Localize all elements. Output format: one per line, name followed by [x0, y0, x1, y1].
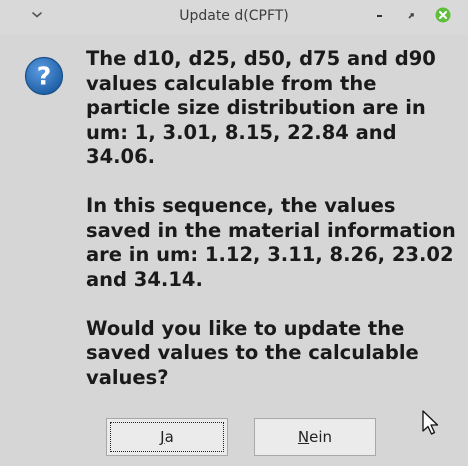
dialog-message: The d10, d25, d50, d75 and d90 values ca…: [86, 47, 462, 390]
window-title: Update d(CPFT): [179, 8, 289, 24]
yes-button-label: Ja: [160, 428, 174, 446]
yes-button[interactable]: Ja: [106, 418, 228, 456]
minimize-icon[interactable]: [370, 4, 392, 26]
svg-text:?: ?: [37, 62, 52, 91]
message-paragraph-3: Would you like to update the saved value…: [86, 316, 419, 389]
no-button-label: Nein: [298, 428, 332, 446]
question-icon: ?: [24, 56, 64, 96]
yes-label-rest: a: [164, 428, 174, 446]
no-mnemonic: N: [297, 428, 310, 446]
message-paragraph-2: In this sequence, the values saved in th…: [86, 194, 456, 291]
close-icon[interactable]: [432, 4, 454, 26]
no-button[interactable]: Nein: [254, 418, 376, 456]
dialog-window: Update d(CPFT) ? The d10, d25, d50, d75 …: [0, 0, 468, 466]
maximize-icon[interactable]: [400, 4, 422, 26]
message-paragraph-1: The d10, d25, d50, d75 and d90 values ca…: [86, 47, 436, 168]
mouse-pointer-icon: [421, 409, 443, 439]
title-bar[interactable]: Update d(CPFT): [0, 0, 468, 34]
no-label-rest: ein: [309, 428, 333, 446]
